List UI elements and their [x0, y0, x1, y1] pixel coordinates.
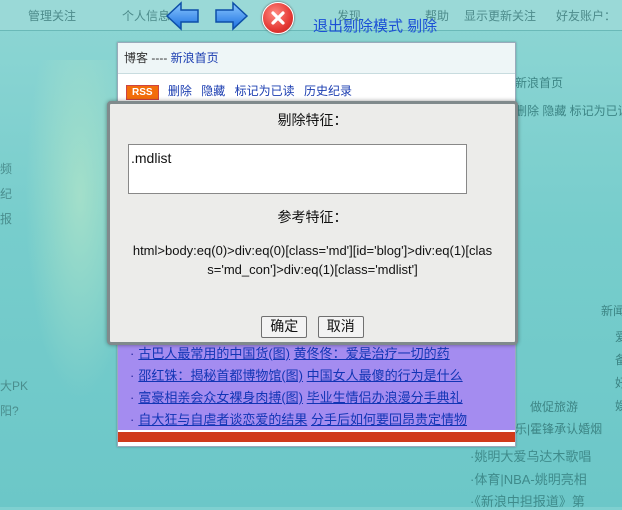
bg-right-item: 好 — [615, 376, 622, 390]
exit-filter-mode-link[interactable]: 退出剔除模式 剔除 — [313, 15, 437, 36]
list-link[interactable]: 古巴人最常用的中国货(图) — [138, 346, 290, 361]
list-link[interactable]: 中国女人最傻的行为是什么 — [307, 368, 463, 383]
list-link[interactable]: 自大狂与自虐者谈恋爱的结果 — [138, 412, 307, 427]
bg-right-item: 爱 — [615, 330, 622, 344]
list-link[interactable]: 富豪相亲会众女裸身肉搏(图) — [138, 390, 303, 405]
bg-right-bottom-item: ·姚明大爱乌达木歌唱 — [470, 449, 592, 464]
cancel-button[interactable]: 取消 — [317, 316, 364, 338]
mark-read-link[interactable]: 标记为已读 — [235, 84, 295, 98]
rss-badge[interactable]: RSS — [126, 85, 159, 100]
list-link[interactable]: 邵红铢：揭秘首都博物馆(图) — [138, 368, 303, 383]
bullet: · — [130, 412, 135, 427]
bg-left-link: 阳? — [0, 404, 19, 418]
hide-link[interactable]: 隐藏 — [201, 84, 225, 98]
bg-right-item: 做促旅游 — [530, 400, 579, 414]
bg-left-link: 频 — [0, 162, 13, 176]
forward-button[interactable] — [213, 0, 249, 32]
blog-header: 博客 ---- 新浪首页 — [118, 43, 515, 74]
remove-feature-dialog: 剔除特征： .mdlist 参考特征： html>body:eq(0)>div:… — [107, 101, 518, 345]
bg-left-link: 报 — [0, 212, 13, 226]
feature-selector-input[interactable]: .mdlist — [128, 144, 467, 194]
reference-feature-path: html>body:eq(0)>div:eq(0)[class='md'][id… — [132, 243, 493, 277]
list-item: · 古巴人最常用的中国货(图) 黄佟佟：爱是治疗一切的药 — [130, 343, 450, 362]
bg-left-links: 频 纪 报 大PK 阳? — [0, 160, 40, 427]
arrow-right-icon — [215, 1, 249, 31]
dialog-buttons: 确定 取消 — [110, 316, 515, 338]
list-link[interactable]: 黄佟佟：爱是治疗一切的药 — [294, 346, 450, 361]
history-link[interactable]: 历史纪录 — [304, 84, 352, 98]
list-link[interactable]: 分手后如何要回昂贵定情物 — [311, 412, 467, 427]
bg-right-bottom-item: ·《新浪中担报道》第 — [470, 494, 585, 509]
bg-left-link: 纪 — [0, 187, 13, 201]
blog-bottom-bar — [118, 432, 515, 442]
bg-right-item: 乐|霍锋承认婚烟 — [515, 422, 603, 436]
bg-right-item: 新浪首页 — [515, 76, 564, 90]
bg-right-item: 备 — [615, 353, 622, 367]
bg-topbar-item: 显示更新关注 — [464, 9, 537, 23]
bg-right-item: 删除 隐藏 标记为已读 — [515, 104, 622, 118]
bg-topbar-item: 个人信息 — [122, 9, 171, 23]
bg-right-item: 娱 — [615, 399, 622, 413]
blog-header-prefix: 博客 ---- — [124, 51, 171, 65]
bg-topbar-item: 管理关注 — [28, 9, 77, 23]
exit-filter-button[interactable] — [262, 2, 294, 34]
blog-actions: RSS 删除 隐藏 标记为已读 历史纪录 — [126, 82, 358, 100]
ok-button[interactable]: 确定 — [261, 316, 308, 338]
close-icon — [271, 11, 285, 25]
bg-right-column: 新浪首页 删除 隐藏 标记为已读 新闻 爱 备 好 娱 做促旅游 乐|霍锋承认婚… — [515, 40, 622, 507]
list-item: · 自大狂与自虐者谈恋爱的结果 分手后如何要回昂贵定情物 — [130, 409, 467, 428]
back-button[interactable] — [165, 0, 201, 32]
delete-link[interactable]: 删除 — [168, 84, 192, 98]
bullet: · — [130, 390, 135, 405]
bullet: · — [130, 368, 135, 383]
bg-right-item: 新闻 — [601, 304, 622, 318]
background-topbar: 管理关注 个人信息 发现 帮助 显示更新关注 好友账户： — [0, 0, 622, 31]
list-item: · 邵红铢：揭秘首都博物馆(图) 中国女人最傻的行为是什么 — [130, 365, 463, 384]
list-item: · 富豪相亲会众女裸身肉搏(图) 毕业生情侣办浪漫分手典礼 — [130, 387, 463, 406]
bg-left-link: 大PK — [0, 379, 29, 393]
dialog-title: 剔除特征： — [277, 112, 348, 128]
arrow-left-icon — [165, 1, 199, 31]
reference-feature-title: 参考特征： — [277, 209, 348, 225]
bg-right-bottom-item: ·体育|NBA-姚明亮相 — [470, 472, 587, 487]
sina-home-link[interactable]: 新浪首页 — [171, 51, 219, 65]
bg-topbar-item: 好友账户： — [556, 9, 617, 23]
bullet: · — [130, 346, 135, 361]
list-link[interactable]: 毕业生情侣办浪漫分手典礼 — [307, 390, 463, 405]
